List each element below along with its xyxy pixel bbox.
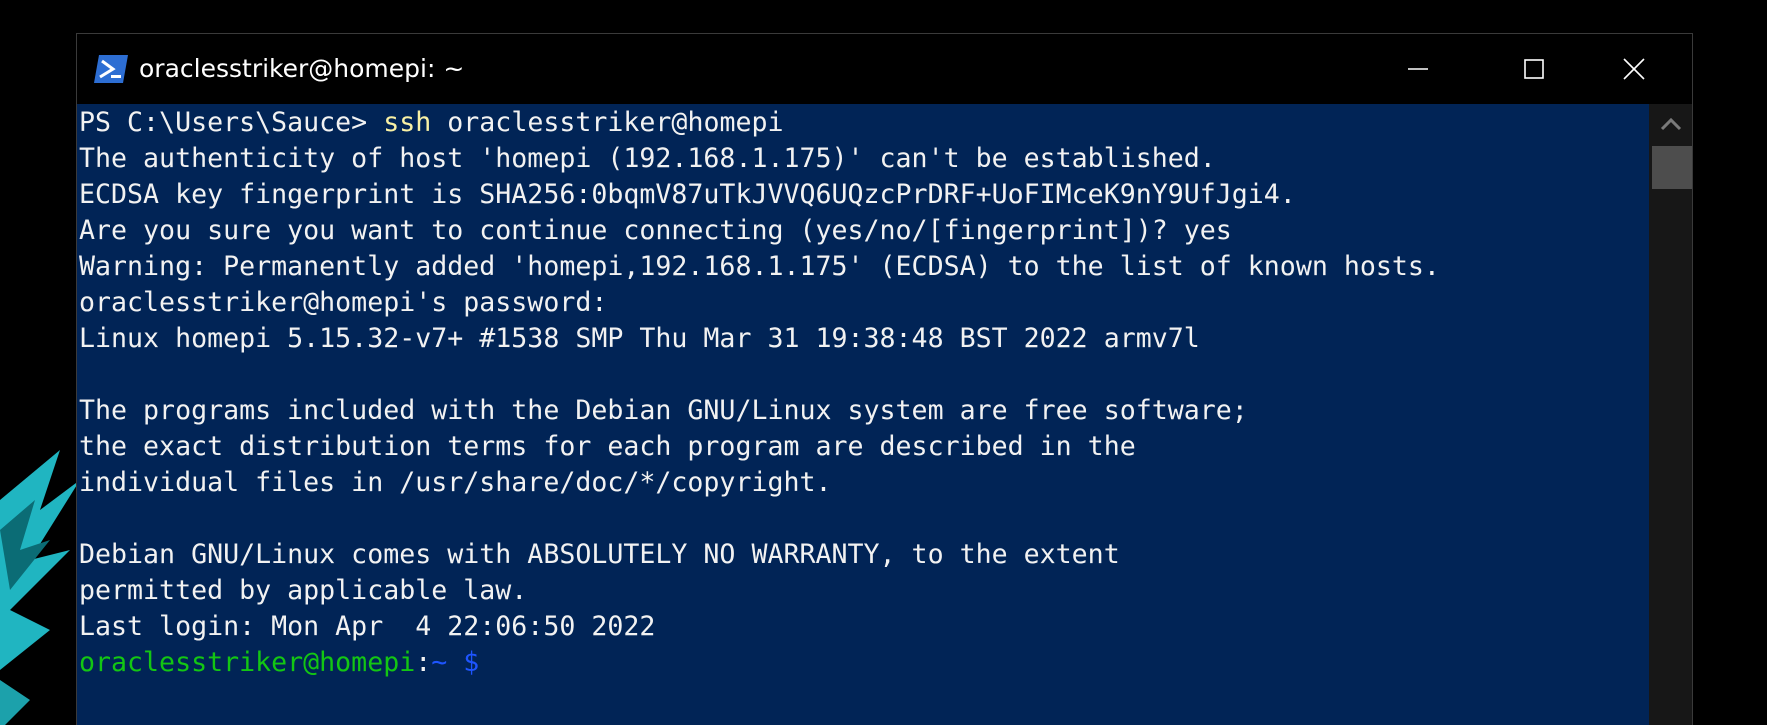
console-segment: Are you sure you want to continue connec… <box>79 215 1232 246</box>
console-text: PS C:\Users\Sauce> ssh oraclesstriker@ho… <box>79 105 1440 681</box>
console-segment: permitted by applicable law. <box>79 575 528 606</box>
console-line: permitted by applicable law. <box>79 573 1440 609</box>
console-line: ECDSA key fingerprint is SHA256:0bqmV87u… <box>79 177 1440 213</box>
console-line: The programs included with the Debian GN… <box>79 393 1440 429</box>
console-segment: Last login: Mon Apr 4 22:06:50 2022 <box>79 611 656 642</box>
console-line: oraclesstriker@homepi:~ $ <box>79 645 1440 681</box>
terminal-window: oraclesstriker@homepi: ~ PS C:\Users\Sau… <box>76 33 1693 725</box>
powershell-icon <box>94 55 128 83</box>
console-segment: ECDSA key fingerprint is SHA256:0bqmV87u… <box>79 179 1296 210</box>
maximize-icon <box>1524 59 1544 79</box>
console-line: Debian GNU/Linux comes with ABSOLUTELY N… <box>79 537 1440 573</box>
console-segment: Debian GNU/Linux comes with ABSOLUTELY N… <box>79 539 1120 570</box>
scroll-up-button[interactable] <box>1649 104 1692 144</box>
desktop: oraclesstriker@homepi: ~ PS C:\Users\Sau… <box>0 0 1767 725</box>
title-bar[interactable]: oraclesstriker@homepi: ~ <box>77 34 1692 104</box>
console-segment: Warning: Permanently added 'homepi,192.1… <box>79 251 1440 282</box>
scroll-thumb[interactable] <box>1652 146 1692 189</box>
minimize-icon <box>1408 68 1428 70</box>
minimize-button[interactable] <box>1360 34 1476 104</box>
console-segment: : <box>415 647 432 678</box>
console-segment: the exact distribution terms for each pr… <box>79 431 1136 462</box>
console-line: PS C:\Users\Sauce> ssh oraclesstriker@ho… <box>79 105 1440 141</box>
close-button[interactable] <box>1576 34 1692 104</box>
console-segment: PS C:\Users\Sauce> <box>79 107 384 138</box>
maximize-button[interactable] <box>1476 34 1592 104</box>
console-line: Last login: Mon Apr 4 22:06:50 2022 <box>79 609 1440 645</box>
console-line: The authenticity of host 'homepi (192.16… <box>79 141 1440 177</box>
console-line: Warning: Permanently added 'homepi,192.1… <box>79 249 1440 285</box>
console-line: individual files in /usr/share/doc/*/cop… <box>79 465 1440 501</box>
vertical-scrollbar[interactable] <box>1649 104 1692 725</box>
console-segment: Linux homepi 5.15.32-v7+ #1538 SMP Thu M… <box>79 323 1200 354</box>
console-segment: oraclesstriker@homepi <box>79 647 416 678</box>
console-segment: ~ $ <box>431 647 480 678</box>
console-line: Linux homepi 5.15.32-v7+ #1538 SMP Thu M… <box>79 321 1440 357</box>
console-line: the exact distribution terms for each pr… <box>79 429 1440 465</box>
console-segment: The programs included with the Debian GN… <box>79 395 1248 426</box>
console-segment: ssh <box>383 107 432 138</box>
console-segment: oraclesstriker@homepi <box>431 107 784 138</box>
console-line: Are you sure you want to continue connec… <box>79 213 1440 249</box>
console-segment: individual files in /usr/share/doc/*/cop… <box>79 467 832 498</box>
console-output[interactable]: PS C:\Users\Sauce> ssh oraclesstriker@ho… <box>77 104 1649 725</box>
console-segment: oraclesstriker@homepi's password: <box>79 287 608 318</box>
window-title: oraclesstriker@homepi: ~ <box>139 54 465 83</box>
console-line: oraclesstriker@homepi's password: <box>79 285 1440 321</box>
chevron-up-icon <box>1660 117 1681 131</box>
console-segment: The authenticity of host 'homepi (192.16… <box>79 143 1216 174</box>
wallpaper-art <box>0 450 80 725</box>
close-icon <box>1623 58 1645 80</box>
